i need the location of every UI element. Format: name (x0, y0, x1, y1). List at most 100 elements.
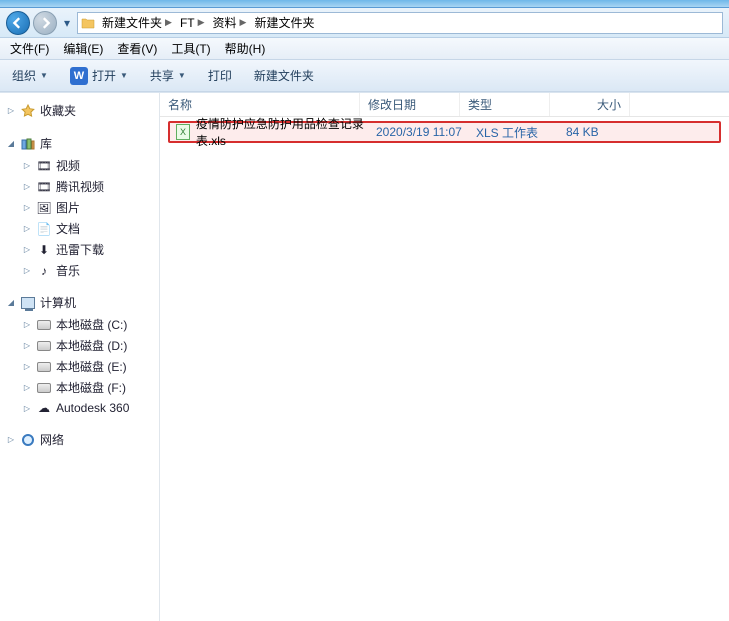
sidebar-item-computer[interactable]: ◢ 计算机 (0, 291, 159, 314)
menu-edit[interactable]: 编辑(E) (57, 38, 109, 59)
address-bar: ▾ 新建文件夹▶ FT▶ 资料▶ 新建文件夹 (0, 8, 729, 38)
organize-button[interactable]: 组织 ▼ (8, 64, 52, 87)
sidebar-group-network: ▷ 网络 (0, 428, 159, 451)
document-icon: 📄 (36, 221, 52, 237)
sidebar-label: 视频 (56, 157, 80, 174)
sidebar-item-thunder[interactable]: ▷⬇迅雷下载 (0, 239, 159, 260)
sidebar-item-drive-c[interactable]: ▷本地磁盘 (C:) (0, 314, 159, 335)
menu-file[interactable]: 文件(F) (4, 38, 55, 59)
drive-icon (36, 338, 52, 354)
expand-icon: ▷ (22, 161, 32, 170)
sidebar-item-autodesk[interactable]: ▷☁Autodesk 360 (0, 398, 159, 418)
open-button[interactable]: W 打开 ▼ (66, 64, 132, 88)
share-button[interactable]: 共享 ▼ (146, 64, 190, 87)
file-row[interactable]: X 疫情防护应急防护用品检查记录表.xls 2020/3/19 11:07 XL… (168, 121, 721, 143)
main-area: ▷ 收藏夹 ◢ 库 ▷ 🎞视频 ▷🎞腾讯视频 ▷🖼图片 ▷ 📄文档 ▷⬇迅雷下载 ▷… (0, 92, 729, 621)
breadcrumb[interactable]: 新建文件夹▶ FT▶ 资料▶ 新建文件夹 (77, 12, 723, 34)
sidebar-label: 计算机 (40, 294, 76, 311)
column-type[interactable]: 类型 (460, 93, 550, 116)
sidebar-label: 迅雷下载 (56, 241, 104, 258)
chevron-right-icon: ▶ (198, 17, 205, 28)
column-size[interactable]: 大小 (550, 93, 630, 116)
sidebar-item-favorites[interactable]: ▷ 收藏夹 (0, 99, 159, 122)
chevron-down-icon: ▼ (40, 71, 48, 80)
music-icon: ♪ (36, 263, 52, 279)
file-list-body: X 疫情防护应急防护用品检查记录表.xls 2020/3/19 11:07 XL… (160, 117, 729, 621)
sidebar-label: 本地磁盘 (D:) (56, 337, 127, 354)
folder-icon (80, 15, 96, 31)
sidebar-label: 网络 (40, 431, 64, 448)
library-icon (20, 136, 36, 152)
column-name[interactable]: 名称 (160, 93, 360, 116)
sidebar-item-music[interactable]: ▷ ♪音乐 (0, 260, 159, 281)
sidebar-label: 本地磁盘 (F:) (56, 379, 126, 396)
back-button[interactable] (6, 11, 30, 35)
collapse-icon: ◢ (6, 298, 16, 307)
window-titlebar (0, 0, 729, 8)
file-size: 84 KB (560, 125, 640, 139)
column-date[interactable]: 修改日期 (360, 93, 460, 116)
chevron-right-icon: ▶ (165, 17, 172, 28)
expand-icon: ▷ (22, 266, 32, 275)
menu-help[interactable]: 帮助(H) (219, 38, 272, 59)
cloud-icon: ☁ (36, 400, 52, 416)
chevron-down-icon: ▼ (178, 71, 186, 80)
sidebar-label: 音乐 (56, 262, 80, 279)
file-list: 名称 修改日期 类型 大小 X 疫情防护应急防护用品检查记录表.xls 2020… (160, 93, 729, 621)
expand-icon: ▷ (22, 203, 32, 212)
sidebar-label: 文档 (56, 220, 80, 237)
expand-icon: ▷ (22, 224, 32, 233)
expand-icon: ▷ (22, 320, 32, 329)
sidebar-group-libraries: ◢ 库 ▷ 🎞视频 ▷🎞腾讯视频 ▷🖼图片 ▷ 📄文档 ▷⬇迅雷下载 ▷ ♪音乐 (0, 132, 159, 281)
column-headers: 名称 修改日期 类型 大小 (160, 93, 729, 117)
sidebar-item-tencent-video[interactable]: ▷🎞腾讯视频 (0, 176, 159, 197)
sidebar-item-drive-e[interactable]: ▷ 本地磁盘 (E:) (0, 356, 159, 377)
sidebar-item-pictures[interactable]: ▷🖼图片 (0, 197, 159, 218)
sidebar-item-network[interactable]: ▷ 网络 (0, 428, 159, 451)
expand-icon: ▷ (6, 106, 16, 115)
sidebar-label: 图片 (56, 199, 80, 216)
menu-tools[interactable]: 工具(T) (165, 38, 216, 59)
drive-icon (36, 359, 52, 375)
breadcrumb-item[interactable]: 资料▶ (209, 14, 251, 31)
new-folder-label: 新建文件夹 (254, 67, 314, 84)
new-folder-button[interactable]: 新建文件夹 (250, 64, 318, 87)
share-label: 共享 (150, 67, 174, 84)
expand-icon: ▷ (22, 182, 32, 191)
expand-icon: ▷ (22, 404, 32, 413)
breadcrumb-item[interactable]: FT▶ (176, 16, 209, 30)
forward-button[interactable] (33, 11, 57, 35)
sidebar-item-videos[interactable]: ▷ 🎞视频 (0, 155, 159, 176)
print-button[interactable]: 打印 (204, 64, 236, 87)
sidebar-label: 腾讯视频 (56, 178, 104, 195)
drive-icon (36, 380, 52, 396)
video-icon: 🎞 (36, 158, 52, 174)
breadcrumb-label: 资料 (213, 14, 237, 31)
expand-icon: ▷ (22, 362, 32, 371)
print-label: 打印 (208, 67, 232, 84)
expand-icon: ▷ (22, 245, 32, 254)
breadcrumb-item[interactable]: 新建文件夹▶ (98, 14, 176, 31)
star-icon (20, 103, 36, 119)
computer-icon (20, 295, 36, 311)
breadcrumb-item[interactable]: 新建文件夹 (250, 14, 318, 31)
sidebar: ▷ 收藏夹 ◢ 库 ▷ 🎞视频 ▷🎞腾讯视频 ▷🖼图片 ▷ 📄文档 ▷⬇迅雷下载 ▷… (0, 93, 160, 621)
sidebar-label: 库 (40, 135, 52, 152)
chevron-right-icon: ▶ (240, 17, 247, 28)
sidebar-group-computer: ◢ 计算机 ▷本地磁盘 (C:) ▷本地磁盘 (D:) ▷本地磁盘 (E:) ▷… (0, 291, 159, 418)
menu-view[interactable]: 查看(V) (111, 38, 163, 59)
sidebar-label: 收藏夹 (40, 102, 76, 119)
open-label: 打开 (92, 67, 116, 84)
file-type: XLS 工作表 (470, 124, 560, 141)
toolbar: 组织 ▼ W 打开 ▼ 共享 ▼ 打印 新建文件夹 (0, 60, 729, 92)
file-name: 疫情防护应急防护用品检查记录表.xls (196, 117, 364, 149)
nav-history-dropdown[interactable]: ▾ (60, 12, 74, 34)
sidebar-item-documents[interactable]: ▷ 📄文档 (0, 218, 159, 239)
sidebar-label: 本地磁盘 (E:) (56, 358, 127, 375)
sidebar-item-drive-f[interactable]: ▷本地磁盘 (F:) (0, 377, 159, 398)
sidebar-group-favorites: ▷ 收藏夹 (0, 99, 159, 122)
sidebar-item-libraries[interactable]: ◢ 库 (0, 132, 159, 155)
breadcrumb-label: 新建文件夹 (102, 14, 162, 31)
sidebar-item-drive-d[interactable]: ▷本地磁盘 (D:) (0, 335, 159, 356)
xls-file-icon: X (176, 124, 190, 140)
